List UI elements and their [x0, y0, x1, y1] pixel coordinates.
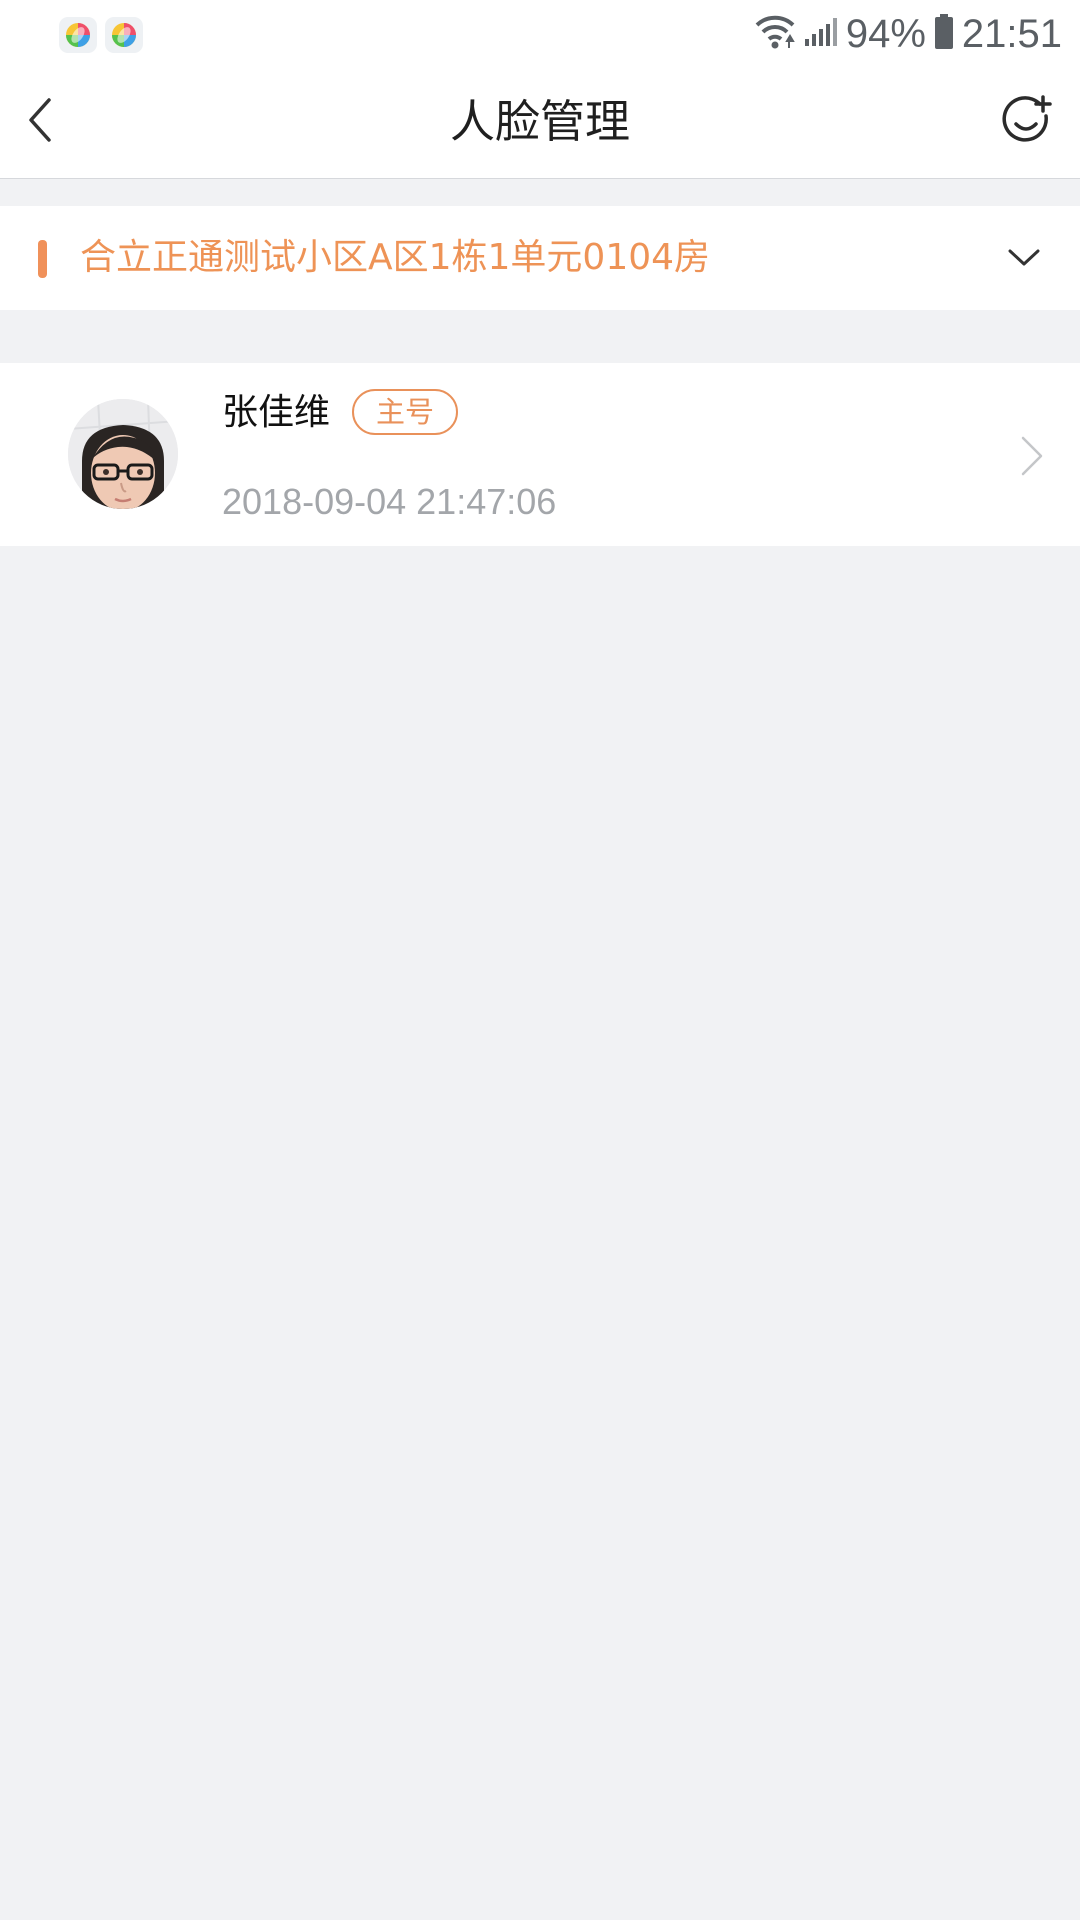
status-bar: 94% 21:51: [0, 0, 1080, 66]
house-accent-bar: [38, 240, 47, 278]
primary-badge: 主号: [352, 389, 458, 435]
battery-icon: [934, 14, 954, 54]
add-face-button[interactable]: [996, 92, 1056, 152]
member-timestamp: 2018-09-04 21:47:06: [222, 481, 557, 522]
member-row[interactable]: 张佳维 主号 2018-09-04 21:47:06: [0, 363, 1080, 546]
chevron-right-icon: [1014, 433, 1050, 479]
add-face-icon: [1000, 94, 1052, 150]
app-notification-icon: [105, 17, 143, 53]
house-selector[interactable]: 合立正通测试小区A区1栋1单元0104房: [0, 206, 1080, 310]
nav-bar: 人脸管理: [0, 66, 1080, 179]
avatar: [68, 399, 178, 509]
member-name: 张佳维: [222, 392, 331, 433]
clock: 21:51: [961, 12, 1062, 56]
house-label: 合立正通测试小区A区1栋1单元0104房: [80, 237, 711, 278]
status-indicators: 94% 21:51: [754, 10, 1062, 58]
wifi-icon: [754, 13, 796, 55]
chevron-down-icon[interactable]: [1002, 236, 1046, 280]
signal-icon: [804, 17, 838, 51]
app-notification-icon: [59, 17, 97, 53]
battery-percent: 94%: [845, 12, 926, 56]
page-title: 人脸管理: [449, 95, 630, 148]
